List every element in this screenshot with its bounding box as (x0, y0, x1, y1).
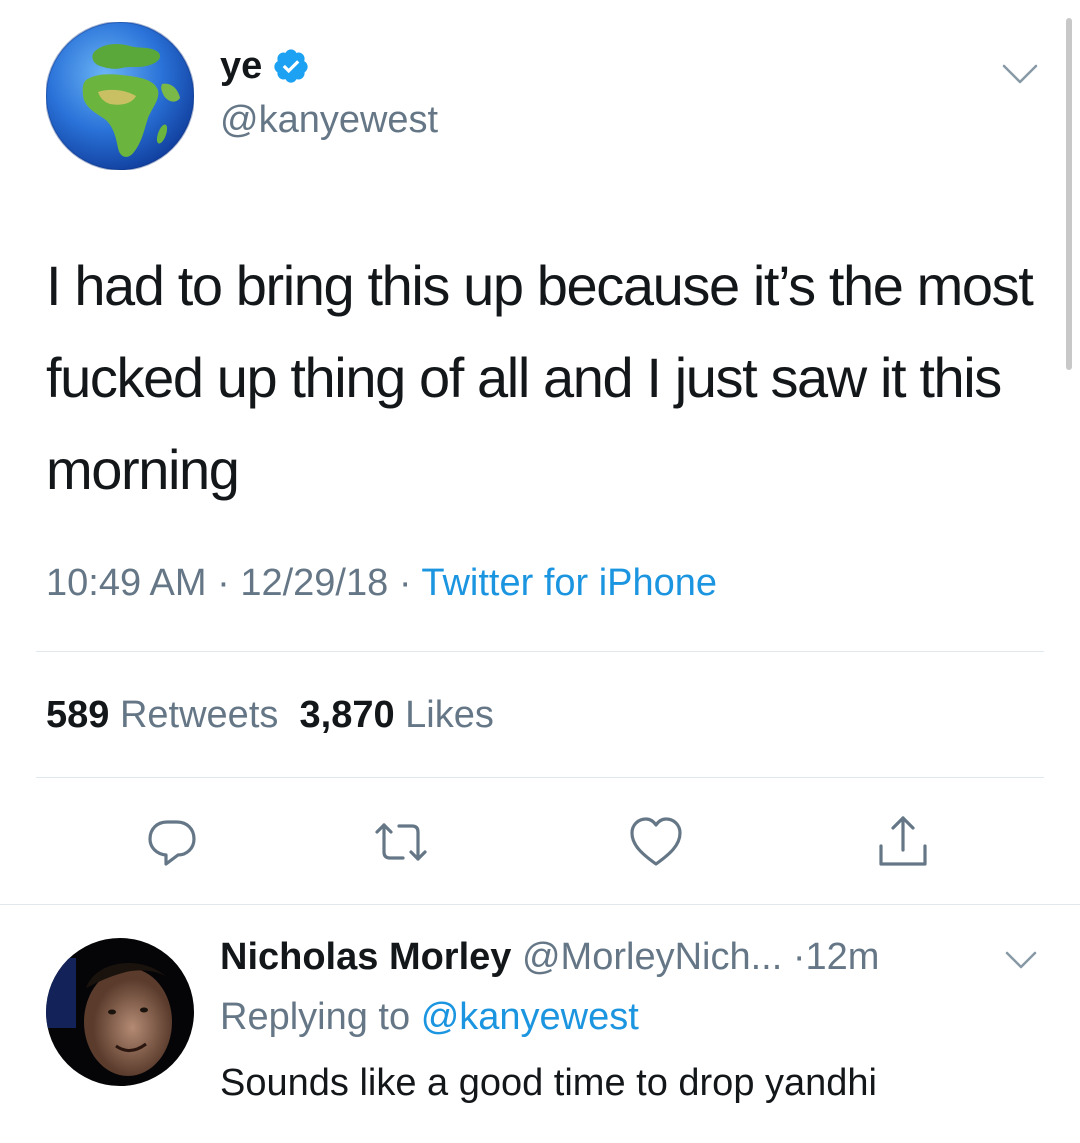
divider (36, 777, 1044, 778)
reply-time: 12m (805, 936, 880, 978)
tweet-time: 10:49 AM (46, 562, 207, 604)
author-avatar[interactable] (45, 21, 195, 171)
chevron-down-icon[interactable] (1004, 950, 1038, 970)
likes-count: 3,870 (299, 694, 395, 736)
verified-badge-icon (274, 49, 308, 83)
likes-stat[interactable]: 3,870 Likes (300, 694, 494, 736)
like-button[interactable] (624, 810, 688, 874)
reply-icon (148, 820, 196, 866)
reply-text: Sounds like a good time to drop yandhi (220, 1062, 877, 1104)
tweet-date: 12/29/18 (240, 562, 389, 604)
retweets-label: Retweets (119, 694, 279, 736)
reply-button[interactable] (140, 810, 204, 874)
reply-author-name[interactable]: Nicholas Morley (220, 936, 511, 978)
replying-to: Replying to @kanyewest (220, 994, 639, 1040)
chevron-down-icon[interactable] (1000, 62, 1040, 86)
scrollbar[interactable] (1066, 18, 1072, 370)
profile-photo (46, 938, 194, 1086)
reply-separator: · (792, 936, 806, 978)
tweet-meta: 10:49 AM · 12/29/18 · Twitter for iPhone (46, 560, 717, 606)
tweet-text: I had to bring this up because it’s the … (46, 254, 1034, 501)
share-icon (879, 816, 927, 866)
like-icon (630, 817, 682, 866)
globe-europe-africa-icon (45, 21, 195, 171)
divider (0, 904, 1080, 905)
meta-separator: · (217, 562, 230, 604)
divider (36, 651, 1044, 652)
tweet-stats: 589 Retweets 3,870 Likes (46, 692, 494, 738)
replying-to-label: Replying to (220, 996, 411, 1038)
reply-avatar[interactable] (46, 938, 194, 1086)
retweets-count: 589 (46, 694, 110, 736)
share-button[interactable] (871, 810, 935, 874)
author-name[interactable]: ye (220, 44, 262, 88)
reply-author-handle[interactable]: @MorleyNich... (522, 936, 782, 978)
retweets-stat[interactable]: 589 Retweets (46, 694, 278, 736)
retweet-icon (375, 823, 427, 861)
meta-separator: · (398, 562, 412, 604)
retweet-button[interactable] (369, 810, 433, 874)
tweet-source[interactable]: Twitter for iPhone (421, 562, 717, 604)
likes-label: Likes (405, 694, 494, 736)
author-name-row[interactable]: ye (220, 44, 310, 88)
replying-to-handle[interactable]: @kanyewest (421, 996, 639, 1038)
reply-header: Nicholas Morley @MorleyNich... ·12m (220, 934, 879, 980)
author-handle[interactable]: @kanyewest (220, 98, 438, 142)
